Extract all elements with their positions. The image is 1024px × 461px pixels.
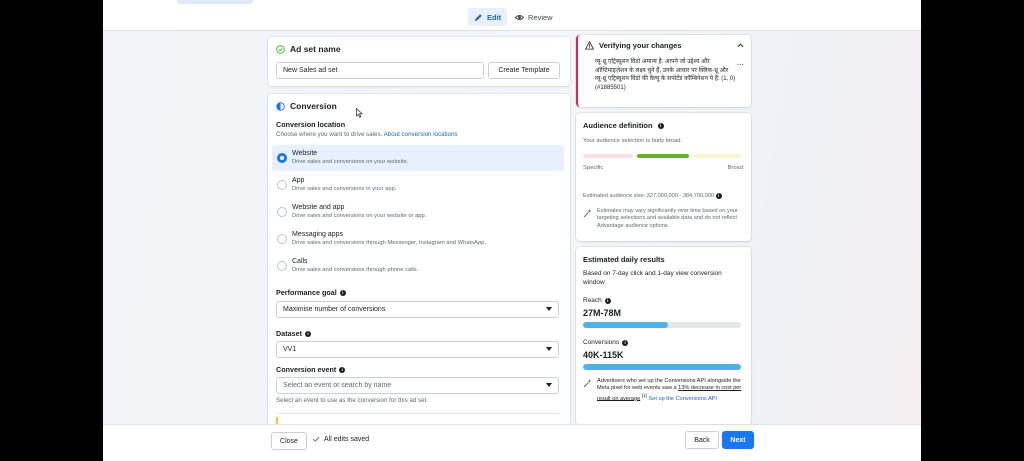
audience-size: Estimated audience size: 327,000,000 - 3… bbox=[583, 193, 722, 200]
conversion-event-select[interactable]: Select an event or search by name bbox=[276, 377, 559, 394]
chevron-down-icon bbox=[546, 383, 552, 387]
reach-value: 27M-78M bbox=[583, 308, 622, 318]
close-button[interactable]: Close bbox=[271, 432, 307, 450]
dataset-label: Dataset i bbox=[276, 329, 311, 338]
conversion-option-messaging-apps[interactable]: Messaging apps Drive sales and conversio… bbox=[272, 226, 564, 252]
gauge-specific-segment bbox=[583, 154, 633, 158]
chevron-down-icon bbox=[546, 347, 552, 351]
radio-website-and-app[interactable] bbox=[277, 207, 287, 217]
tab-edit[interactable]: Edit bbox=[468, 8, 508, 26]
tab-review[interactable]: Review bbox=[509, 8, 559, 26]
tab-review-label: Review bbox=[528, 12, 553, 22]
back-button[interactable]: Back bbox=[685, 431, 719, 449]
sparkle-icon bbox=[583, 379, 592, 388]
verifying-changes-title: Verifying your changes bbox=[585, 41, 682, 50]
performance-goal-label: Performance goal i bbox=[276, 288, 346, 297]
half-circle-icon bbox=[276, 101, 285, 111]
verifying-changes-card: Verifying your changes व्यू-थ्रू एट्रिब्… bbox=[576, 35, 751, 107]
info-icon[interactable]: i bbox=[339, 289, 346, 296]
reach-label: Reach i bbox=[583, 297, 611, 304]
conversions-api-tip: Advertisers who set up the Conversions A… bbox=[597, 378, 742, 402]
reach-bar-fill bbox=[583, 322, 669, 328]
conversion-card: Conversion Conversion location Choose wh… bbox=[268, 94, 570, 434]
create-template-button[interactable]: Create Template bbox=[488, 62, 560, 79]
info-icon[interactable]: i bbox=[339, 366, 346, 373]
info-icon[interactable]: i bbox=[715, 193, 722, 199]
chevron-up-icon[interactable] bbox=[737, 43, 744, 48]
radio-calls[interactable] bbox=[277, 261, 287, 271]
chevron-down-icon bbox=[546, 307, 552, 311]
ad-set-name-card: Ad set name New Sales ad set Create Temp… bbox=[268, 37, 570, 86]
sidebar-tab-stub bbox=[177, 0, 253, 4]
check-circle-icon bbox=[276, 44, 285, 54]
about-conversion-locations-link[interactable]: About conversion locations bbox=[384, 131, 458, 138]
conversion-location-help: Choose where you want to drive sales. Ab… bbox=[276, 131, 458, 138]
dataset-select[interactable]: VV1 bbox=[276, 341, 559, 358]
top-bar: Edit Review bbox=[103, 0, 921, 31]
conversions-value: 40K-115K bbox=[583, 350, 624, 360]
divider bbox=[276, 413, 559, 414]
sparkle-icon bbox=[583, 209, 592, 218]
estimated-daily-results-card: Estimated daily results Based on 7-day c… bbox=[576, 247, 751, 425]
gauge-fairly-broad-segment bbox=[637, 154, 689, 158]
radio-messaging-apps[interactable] bbox=[277, 234, 287, 244]
set-up-conversions-api-link[interactable]: Set up the Conversions API bbox=[649, 395, 717, 401]
warning-icon bbox=[585, 41, 594, 50]
conversion-title: Conversion bbox=[276, 101, 337, 111]
results-basis: Based on 7-day click and 1-day view conv… bbox=[583, 270, 722, 287]
eye-icon bbox=[515, 14, 524, 20]
conversions-bar bbox=[583, 364, 741, 370]
conversions-bar-fill bbox=[583, 364, 741, 370]
ads-manager-window: Edit Review Ad set name New Sales ad set… bbox=[103, 0, 921, 461]
audience-gauge bbox=[583, 154, 741, 158]
estimated-daily-results-title: Estimated daily results bbox=[583, 255, 665, 264]
gauge-broad-segment bbox=[693, 154, 741, 158]
tab-edit-label: Edit bbox=[487, 12, 502, 22]
bottom-bar: Close All edits saved Back Next bbox=[103, 424, 921, 461]
checkmark-icon bbox=[312, 436, 320, 442]
reach-bar bbox=[583, 322, 741, 328]
audience-definition-card: Audience definition i Your audience sele… bbox=[576, 113, 751, 241]
ad-set-name-input[interactable]: New Sales ad set bbox=[276, 62, 484, 79]
mouse-cursor-icon bbox=[356, 108, 363, 118]
audience-definition-title: Audience definition i bbox=[583, 121, 664, 130]
ad-set-name-title: Ad set name bbox=[276, 44, 341, 54]
verifying-changes-message: व्यू-थ्रू एट्रिब्यूशन विंडो अमान्य है: आ… bbox=[595, 59, 736, 91]
gauge-specific-label: Specific bbox=[583, 165, 604, 171]
info-icon[interactable]: i bbox=[604, 297, 611, 304]
conversion-option-calls[interactable]: Calls Drive sales and conversions throug… bbox=[272, 253, 564, 279]
audience-estimate-note: Estimates may vary significantly over ti… bbox=[597, 208, 738, 229]
conversions-label: Conversions i bbox=[583, 339, 629, 346]
info-icon[interactable]: i bbox=[622, 339, 629, 346]
info-icon[interactable]: i bbox=[657, 122, 664, 129]
conversion-event-label: Conversion event i bbox=[276, 365, 346, 374]
conversion-option-website[interactable]: Website Drive sales and conversions on y… bbox=[272, 145, 564, 171]
more-options-icon[interactable]: ··· bbox=[737, 62, 744, 69]
next-button[interactable]: Next bbox=[722, 431, 754, 449]
radio-app[interactable] bbox=[277, 180, 287, 190]
radio-website[interactable] bbox=[277, 153, 287, 163]
conversion-option-app[interactable]: App Drive sales and conversions in your … bbox=[272, 172, 564, 198]
gauge-broad-label: Broad bbox=[727, 165, 743, 171]
performance-goal-select[interactable]: Maximise number of conversions bbox=[276, 301, 559, 318]
conversion-event-help: Select an event to use as the conversion… bbox=[276, 397, 429, 404]
conversion-location-label: Conversion location bbox=[276, 120, 346, 129]
info-icon[interactable]: i bbox=[304, 330, 311, 337]
pencil-icon bbox=[474, 13, 482, 21]
audience-status: Your audience selection is fairly broad. bbox=[583, 138, 683, 144]
save-status: All edits saved bbox=[312, 435, 369, 443]
conversion-option-website-and-app[interactable]: Website and app Drive sales and conversi… bbox=[272, 199, 564, 225]
